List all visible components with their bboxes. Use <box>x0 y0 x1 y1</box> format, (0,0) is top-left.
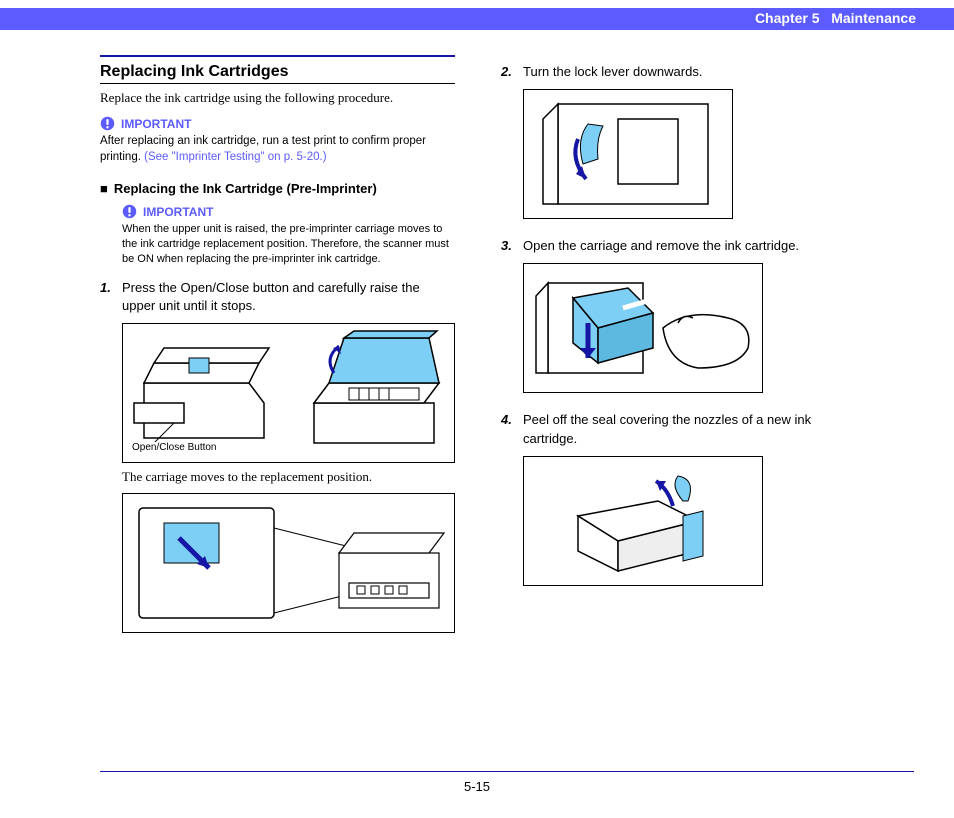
step-3-num: 3. <box>501 237 515 255</box>
figure-2-svg <box>528 94 728 214</box>
figure-4-svg <box>528 461 758 581</box>
figure-2-wrap <box>523 81 856 219</box>
figure-1b-wrap <box>122 485 455 633</box>
step-1-caption: The carriage moves to the replacement po… <box>122 469 455 485</box>
footer-rule <box>100 771 914 772</box>
step-1-body: Press the Open/Close button and carefull… <box>122 279 455 315</box>
step-1-num: 1. <box>100 279 114 315</box>
figure-1b <box>122 493 455 633</box>
important-icon <box>100 116 115 131</box>
important-1-label: IMPORTANT <box>121 117 191 131</box>
figure-2 <box>523 89 733 219</box>
figure-1b-svg <box>129 498 449 628</box>
header-text: Chapter 5 Maintenance <box>755 10 916 26</box>
step-4-num: 4. <box>501 411 515 447</box>
header-bar: Chapter 5 Maintenance <box>0 8 954 30</box>
section-title: Replacing Ink Cartridges <box>100 63 455 84</box>
subsection-bullet: ■ <box>100 181 108 196</box>
subsection-title: Replacing the Ink Cartridge (Pre-Imprint… <box>114 181 377 196</box>
page-content: Replacing Ink Cartridges Replace the ink… <box>100 55 914 758</box>
important-icon <box>122 204 137 219</box>
important-1-header: IMPORTANT <box>100 116 455 131</box>
figure-1-label: Open/Close Button <box>132 442 217 453</box>
important-2-label: IMPORTANT <box>143 205 213 219</box>
step-4-body: Peel off the seal covering the nozzles o… <box>523 411 856 447</box>
step-4: 4. Peel off the seal covering the nozzle… <box>501 411 856 447</box>
figure-3-svg <box>528 268 758 388</box>
section-rule <box>100 55 455 57</box>
step-1: 1. Press the Open/Close button and caref… <box>100 279 455 315</box>
subsection-row: ■ Replacing the Ink Cartridge (Pre-Impri… <box>100 181 455 196</box>
important-2-header: IMPORTANT <box>122 204 455 219</box>
figure-4 <box>523 456 763 586</box>
left-column: Replacing Ink Cartridges Replace the ink… <box>100 55 455 758</box>
right-column: 2. Turn the lock lever downwards. <box>501 55 856 758</box>
step-2-body: Turn the lock lever downwards. <box>523 63 856 81</box>
important-1-body: After replacing an ink cartridge, run a … <box>100 134 455 165</box>
step-2-num: 2. <box>501 63 515 81</box>
chapter-title: Maintenance <box>831 10 916 26</box>
chapter-label: Chapter 5 <box>755 10 820 26</box>
important-1-link[interactable]: (See "Imprinter Testing" on p. 5-20.) <box>144 151 326 163</box>
important-2: IMPORTANT When the upper unit is raised,… <box>122 204 455 271</box>
step-3: 3. Open the carriage and remove the ink … <box>501 237 856 255</box>
step-3-body: Open the carriage and remove the ink car… <box>523 237 856 255</box>
figure-3-wrap <box>523 255 856 393</box>
section-intro: Replace the ink cartridge using the foll… <box>100 90 455 106</box>
important-2-body: When the upper unit is raised, the pre-i… <box>122 222 455 267</box>
figure-1-wrap: Open/Close Button <box>122 315 455 463</box>
figure-3 <box>523 263 763 393</box>
step-2: 2. Turn the lock lever downwards. <box>501 63 856 81</box>
figure-1-svg <box>129 328 449 458</box>
figure-4-wrap <box>523 448 856 586</box>
page-number: 5-15 <box>0 779 954 794</box>
